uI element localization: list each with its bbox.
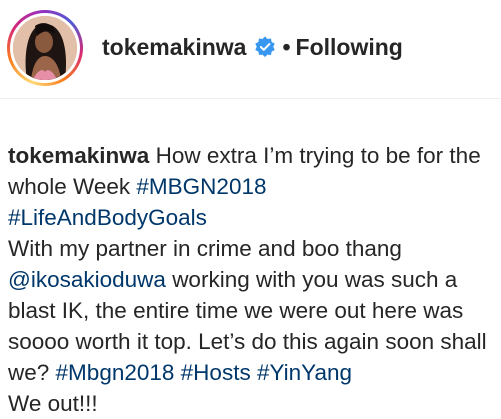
caption-paragraph-2: With my partner in crime and boo thang @… (8, 233, 498, 388)
hashtag-lifeandbodygoals[interactable]: #LifeAndBodyGoals (8, 205, 207, 230)
following-button[interactable]: Following (296, 34, 403, 61)
hashtag-mbgn2018[interactable]: #MBGN2018 (136, 174, 266, 199)
caption-username-link[interactable]: tokemakinwa (8, 143, 149, 168)
header-row: tokemakinwa • Following (102, 31, 403, 63)
header-divider (0, 98, 501, 99)
hashtag-yinyang[interactable]: #YinYang (257, 360, 352, 385)
post-caption: tokemakinwa How extra I’m trying to be f… (8, 140, 498, 419)
avatar-frame (10, 13, 80, 83)
avatar[interactable] (13, 16, 77, 80)
hashtag-hosts[interactable]: #Hosts (181, 360, 251, 385)
post-header: tokemakinwa • Following (0, 0, 501, 98)
username-link[interactable]: tokemakinwa (102, 34, 246, 61)
verified-badge-icon (254, 36, 276, 58)
avatar-image (13, 16, 77, 80)
caption-closing: We out!!! (8, 391, 98, 416)
mention-ikosakioduwa[interactable]: @ikosakioduwa (8, 267, 166, 292)
caption-text-2: With my partner in crime and boo thang (8, 236, 402, 261)
separator-dot: • (282, 33, 291, 60)
caption-paragraph-1: tokemakinwa How extra I’m trying to be f… (8, 140, 498, 233)
story-ring[interactable] (7, 10, 83, 86)
hashtag-mbgn2018-lower[interactable]: #Mbgn2018 (56, 360, 175, 385)
caption-paragraph-3: We out!!! (8, 388, 498, 419)
